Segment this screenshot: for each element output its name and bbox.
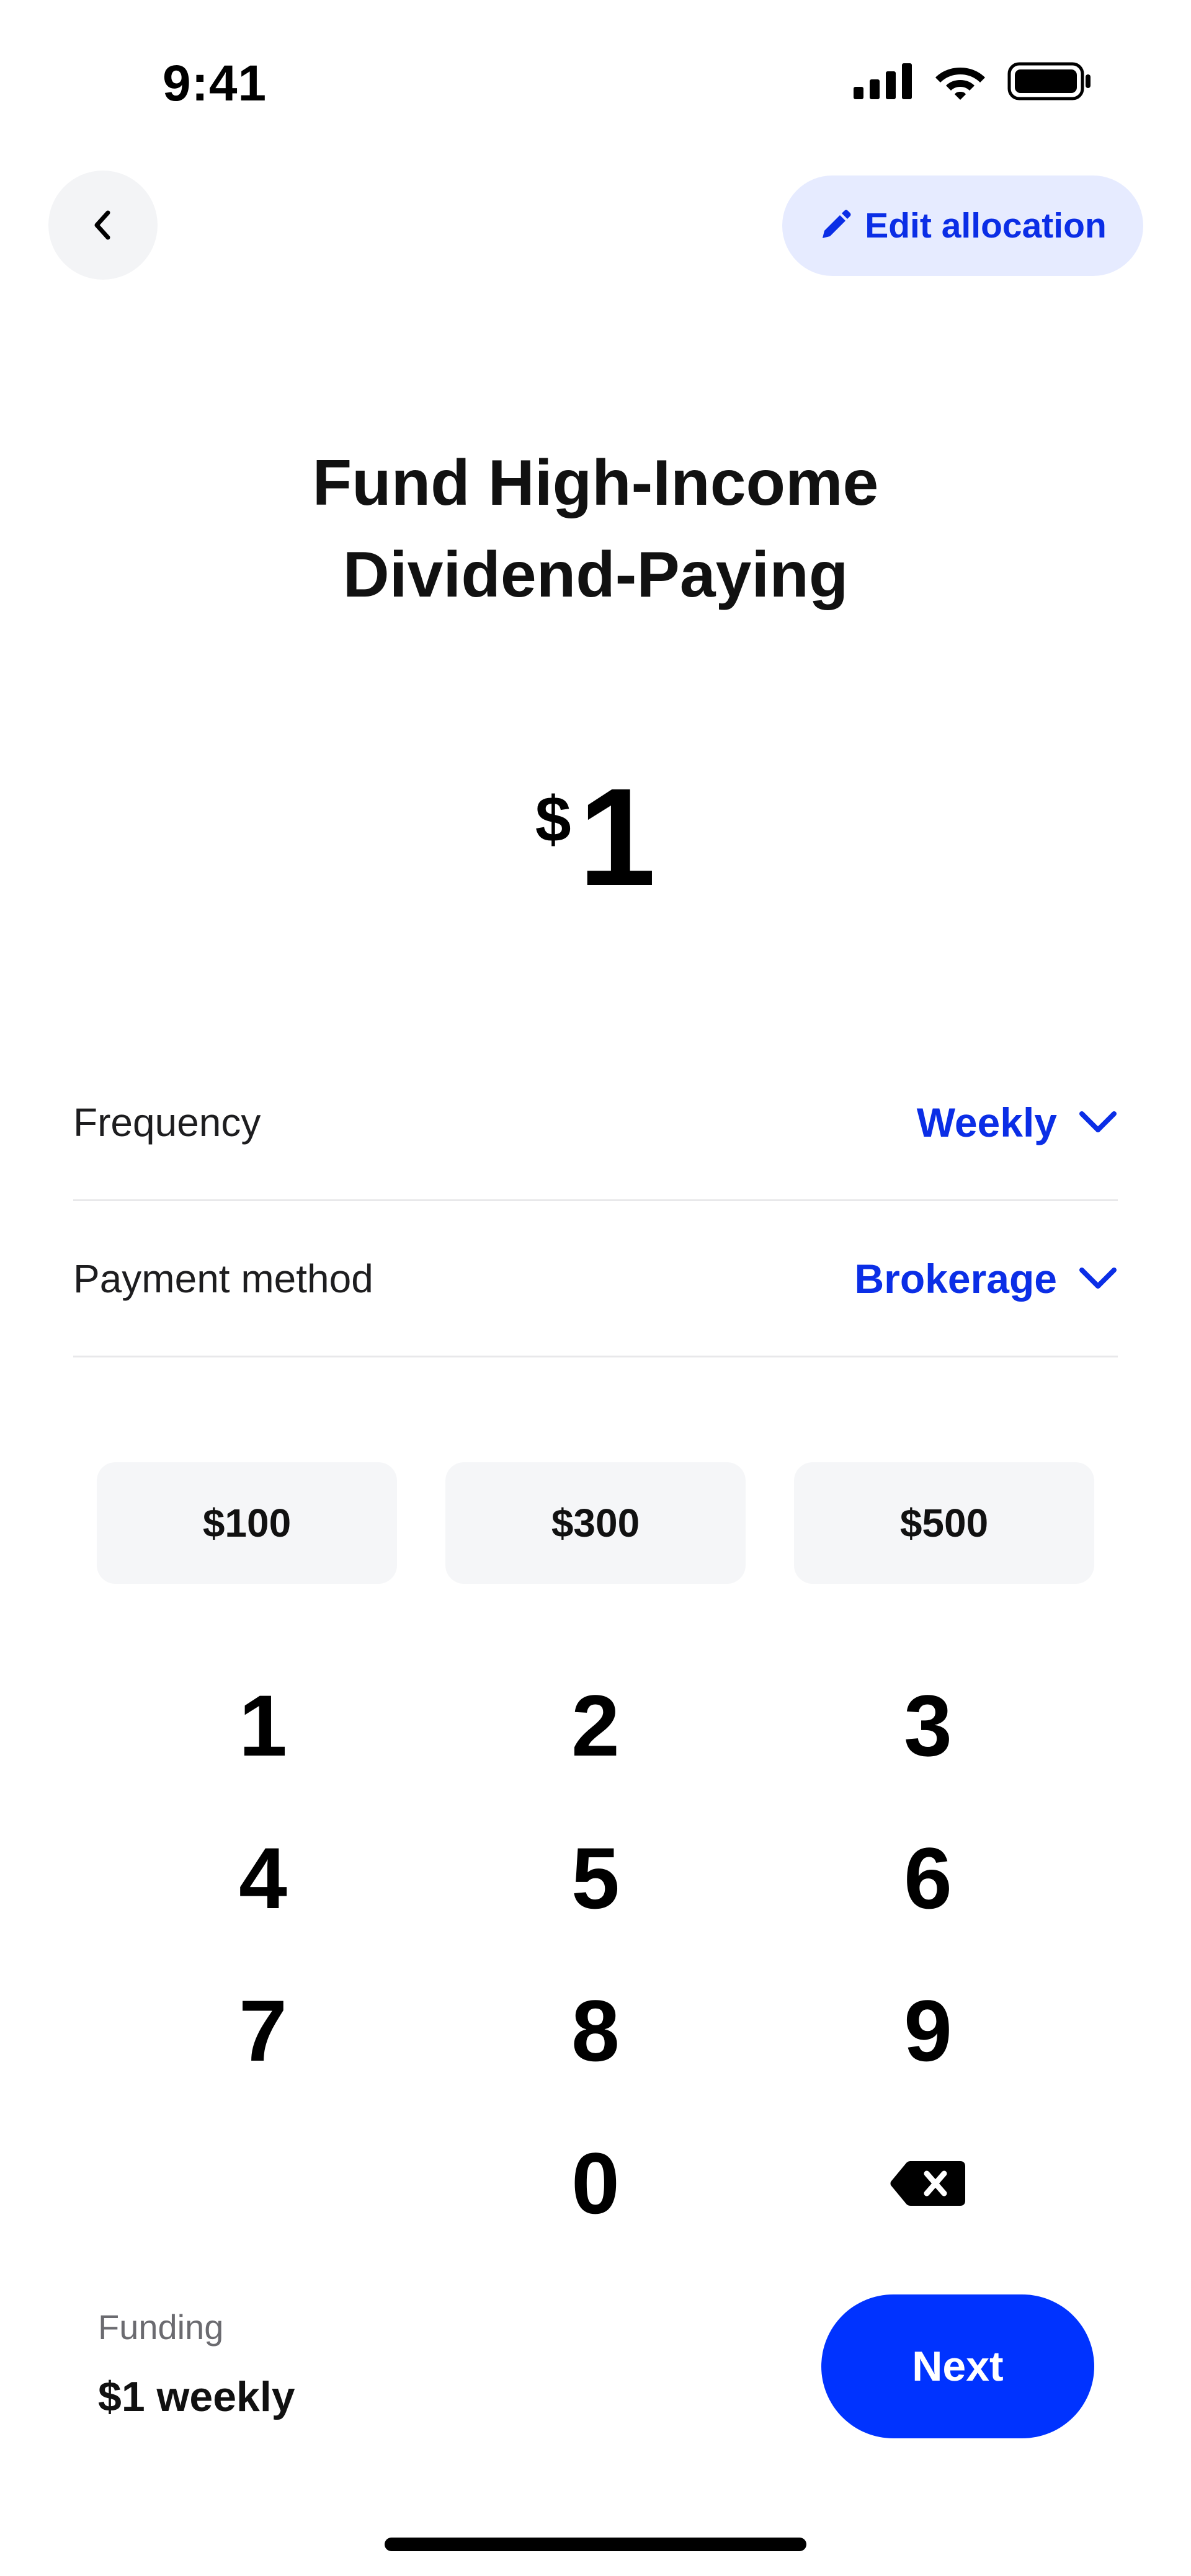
status-bar: 9:41	[0, 0, 1191, 136]
page-title-line-2: Dividend-Paying	[342, 539, 849, 611]
chevron-down-icon	[1079, 1267, 1117, 1289]
key-6[interactable]: 6	[762, 1802, 1094, 1955]
edit-allocation-label: Edit allocation	[865, 206, 1107, 246]
cellular-signal-icon	[854, 63, 912, 99]
backspace-icon	[890, 2161, 965, 2206]
frequency-row: Frequency Weekly	[73, 1045, 1118, 1201]
amount-value: 1	[578, 760, 656, 915]
page-title-line-1: Fund High-Income	[312, 447, 879, 519]
next-button[interactable]: Next	[821, 2294, 1094, 2438]
preset-500-button[interactable]: $500	[794, 1462, 1094, 1584]
pencil-icon	[823, 210, 851, 238]
frequency-label: Frequency	[73, 1099, 261, 1145]
back-button[interactable]	[48, 171, 158, 280]
funding-summary: $1 weekly	[98, 2373, 295, 2420]
page-title: Fund High-Income Dividend-Paying	[0, 437, 1191, 621]
amount-display: $ 1	[0, 766, 1191, 908]
chevron-left-icon	[94, 210, 110, 240]
delete-key[interactable]	[762, 2107, 1094, 2260]
preset-300-button[interactable]: $300	[445, 1462, 746, 1584]
numeric-keypad: 1 2 3 4 5 6 7 8 9 0	[97, 1650, 1094, 2260]
payment-method-label: Payment method	[73, 1256, 373, 1301]
payment-method-dropdown[interactable]: Brokerage	[855, 1255, 1118, 1302]
key-0[interactable]: 0	[429, 2107, 762, 2260]
frequency-value: Weekly	[916, 1099, 1057, 1145]
key-7[interactable]: 7	[97, 1955, 429, 2107]
funding-label: Funding	[98, 2307, 224, 2347]
status-icons	[854, 62, 1092, 100]
key-5[interactable]: 5	[429, 1802, 762, 1955]
edit-allocation-button[interactable]: Edit allocation	[782, 175, 1143, 276]
fund-screen: 9:41 Edit allocation Fund High-Income Di…	[0, 0, 1191, 2576]
next-button-label: Next	[912, 2343, 1004, 2390]
battery-icon	[1007, 62, 1091, 100]
key-3[interactable]: 3	[762, 1650, 1094, 1802]
status-time: 9:41	[163, 55, 267, 112]
key-empty	[97, 2107, 429, 2260]
home-indicator	[385, 2538, 806, 2551]
key-4[interactable]: 4	[97, 1802, 429, 1955]
key-1[interactable]: 1	[97, 1650, 429, 1802]
key-2[interactable]: 2	[429, 1650, 762, 1802]
amount-currency: $	[535, 784, 571, 856]
payment-method-value: Brokerage	[854, 1255, 1058, 1302]
chevron-down-icon	[1079, 1111, 1117, 1132]
payment-method-row: Payment method Brokerage	[73, 1201, 1118, 1357]
key-8[interactable]: 8	[429, 1955, 762, 2107]
frequency-dropdown[interactable]: Weekly	[917, 1099, 1118, 1146]
preset-100-button[interactable]: $100	[97, 1462, 397, 1584]
preset-amounts: $100 $300 $500	[97, 1462, 1094, 1584]
key-9[interactable]: 9	[762, 1955, 1094, 2107]
wifi-icon	[935, 68, 985, 100]
